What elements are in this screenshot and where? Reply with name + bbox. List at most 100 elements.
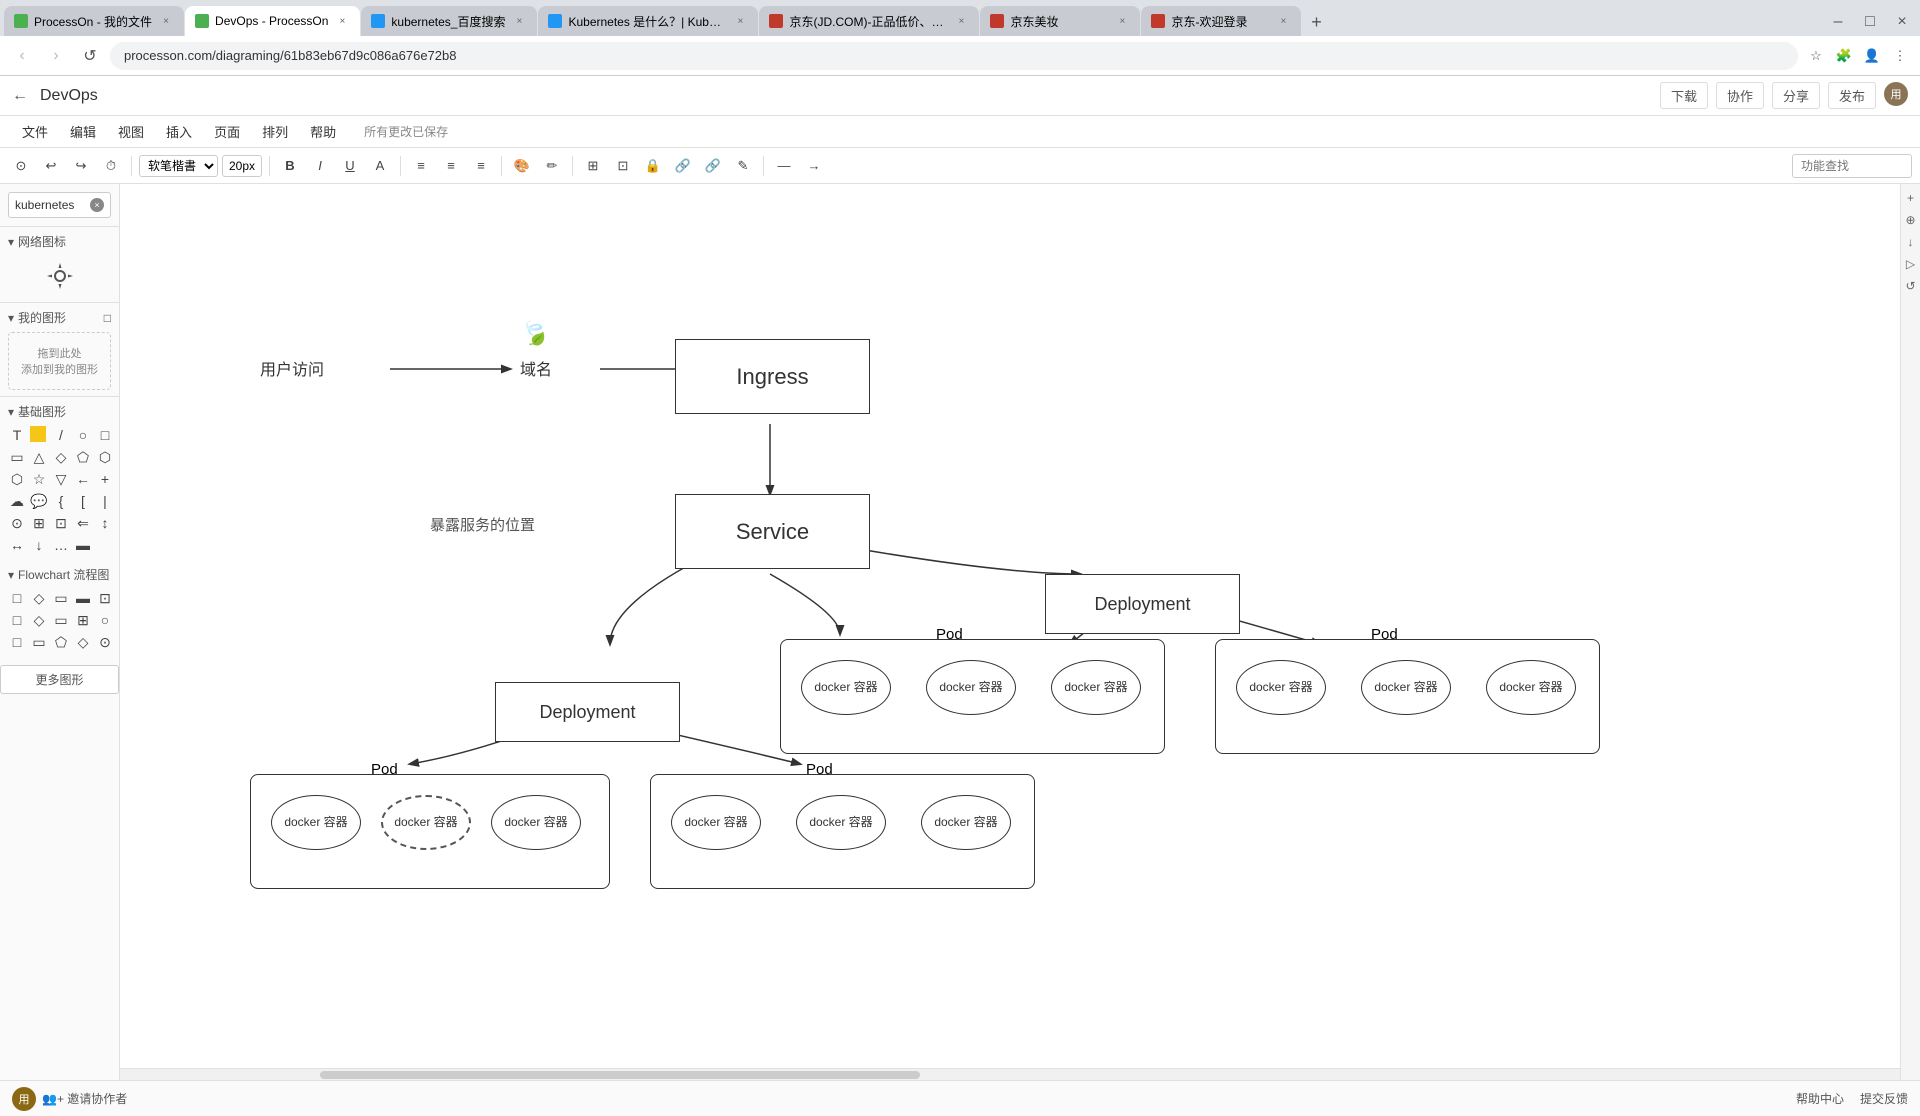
reset-button[interactable]: ⊙ [8,153,34,179]
tab-6-close[interactable]: × [1114,13,1130,29]
shape-octagon[interactable]: ⬡ [8,470,26,488]
deployment-left-box[interactable]: Deployment [495,682,680,742]
flow-shape-6[interactable]: □ [8,611,26,629]
border-color-button[interactable]: ✏ [539,153,565,179]
tab-4-close[interactable]: × [732,13,748,29]
settings-icon[interactable]: ⋮ [1888,44,1912,68]
shape-rounded-inner[interactable]: ⊡ [52,514,70,532]
shape-up-down[interactable]: ↕ [96,514,114,532]
docker9-oval[interactable]: docker 容器 [1051,660,1141,715]
menu-file[interactable]: 文件 [12,118,58,145]
my-shapes-add-icon[interactable]: □ [104,311,111,325]
shape-diamond[interactable]: ◇ [52,448,70,466]
shape-ellipse[interactable]: ⊙ [8,514,26,532]
tab-5[interactable]: 京东(JD.COM)-正品低价、品质... × [759,6,979,36]
flow-shape-10[interactable]: ○ [96,611,114,629]
service-box[interactable]: Service [675,494,870,569]
font-selector[interactable]: 软笔楷書 [139,155,218,177]
scrollbar-thumb[interactable] [320,1071,920,1079]
shape-inner-rect[interactable]: ⊞ [30,514,48,532]
menu-insert[interactable]: 插入 [156,118,202,145]
history-button[interactable]: ⏱ [98,153,124,179]
flow-shape-2[interactable]: ◇ [30,589,48,607]
menu-page[interactable]: 页面 [204,118,250,145]
align-right-button[interactable]: ≡ [468,153,494,179]
docker12-oval[interactable]: docker 容器 [1486,660,1576,715]
scrollbar-area[interactable] [120,1068,1900,1080]
docker7-oval[interactable]: docker 容器 [801,660,891,715]
docker3-oval[interactable]: docker 容器 [491,795,581,850]
docker1-oval[interactable]: docker 容器 [271,795,361,850]
docker11-oval[interactable]: docker 容器 [1361,660,1451,715]
network-icon-gear[interactable] [8,256,111,296]
flowchart-collapse-icon[interactable]: ▾ [8,568,14,582]
tab-5-close[interactable]: × [953,13,969,29]
app-back-button[interactable]: ← [12,87,28,105]
publish-button[interactable]: 发布 [1828,82,1876,109]
basic-shapes-collapse-icon[interactable]: ▾ [8,405,14,419]
shape-hexagon[interactable]: ⬡ [96,448,114,466]
shape-cloud[interactable]: ☁ [8,492,26,510]
help-center-button[interactable]: 帮助中心 [1796,1090,1844,1107]
align-left-button[interactable]: ≡ [408,153,434,179]
flow-shape-3[interactable]: ▭ [52,589,70,607]
undo-button[interactable]: ↩ [38,153,64,179]
shape-rect2[interactable]: ▬ [74,536,92,554]
right-panel-icon-1[interactable]: + [1903,190,1919,206]
feature-search-input[interactable] [1792,154,1912,178]
tab-3-close[interactable]: × [511,13,527,29]
shape-text[interactable]: T [8,426,26,444]
menu-arrange[interactable]: 排列 [252,118,298,145]
sidebar-search-box[interactable]: kubernetes × [8,192,111,218]
tab-2[interactable]: DevOps - ProcessOn × [185,6,360,36]
flow-shape-9[interactable]: ⊞ [74,611,92,629]
tab-7-close[interactable]: × [1275,13,1291,29]
ingress-box[interactable]: Ingress [675,339,870,414]
edit-button[interactable]: ✎ [730,153,756,179]
docker10-oval[interactable]: docker 容器 [1236,660,1326,715]
shape-left-arrow[interactable]: ← [74,470,92,488]
lock-button[interactable]: 🔒 [640,153,666,179]
deployment-right-box[interactable]: Deployment [1045,574,1240,634]
shape-pipe[interactable]: | [96,492,114,510]
collaborate-button[interactable]: 协作 [1716,82,1764,109]
right-panel-icon-5[interactable]: ↺ [1903,278,1919,294]
clear-search-button[interactable]: × [90,198,104,212]
shape-triangle[interactable]: △ [30,448,48,466]
close-window-button[interactable]: × [1888,8,1916,36]
flow-shape-5[interactable]: ⊡ [96,589,114,607]
new-tab-button[interactable]: + [1302,8,1330,36]
shape-down-arrow[interactable]: ▽ [52,470,70,488]
menu-view[interactable]: 视图 [108,118,154,145]
shape-circle[interactable]: ○ [74,426,92,444]
back-button[interactable]: ‹ [8,42,36,70]
shape-cross[interactable]: + [96,470,114,488]
shape-brace[interactable]: [ [74,492,92,510]
docker4-oval[interactable]: docker 容器 [671,795,761,850]
extension-icon[interactable]: 🧩 [1832,44,1856,68]
menu-edit[interactable]: 编辑 [60,118,106,145]
right-panel-icon-3[interactable]: ↓ [1903,234,1919,250]
group-button[interactable]: ⊡ [610,153,636,179]
arrow-type-button[interactable]: → [801,153,827,179]
canvas-area[interactable]: 用户访问 域名 Ingress Service 暴露服务的位置 Deployme… [120,184,1900,1080]
font-size-input[interactable] [222,155,262,177]
minimize-button[interactable]: – [1824,8,1852,36]
flow-shape-4[interactable]: ▬ [74,589,92,607]
arrange-button[interactable]: ⊞ [580,153,606,179]
docker2-oval[interactable]: docker 容器 [381,795,471,850]
fill-color-button[interactable]: 🎨 [509,153,535,179]
tab-3[interactable]: kubernetes_百度搜索 × [361,6,537,36]
flow-shape-15[interactable]: ⊙ [96,633,114,651]
feedback-button[interactable]: 提交反馈 [1860,1090,1908,1107]
user-avatar[interactable]: 用 [1884,82,1908,106]
shape-rounded-rect[interactable]: ▭ [8,448,26,466]
invite-collaborator-button[interactable]: 👥+ 邀请协作者 [42,1090,127,1107]
docker8-oval[interactable]: docker 容器 [926,660,1016,715]
docker6-oval[interactable]: docker 容器 [921,795,1011,850]
tab-6[interactable]: 京东美妆 × [980,6,1140,36]
bold-button[interactable]: B [277,153,303,179]
menu-help[interactable]: 帮助 [300,118,346,145]
forward-button[interactable]: › [42,42,70,70]
redo-button[interactable]: ↪ [68,153,94,179]
